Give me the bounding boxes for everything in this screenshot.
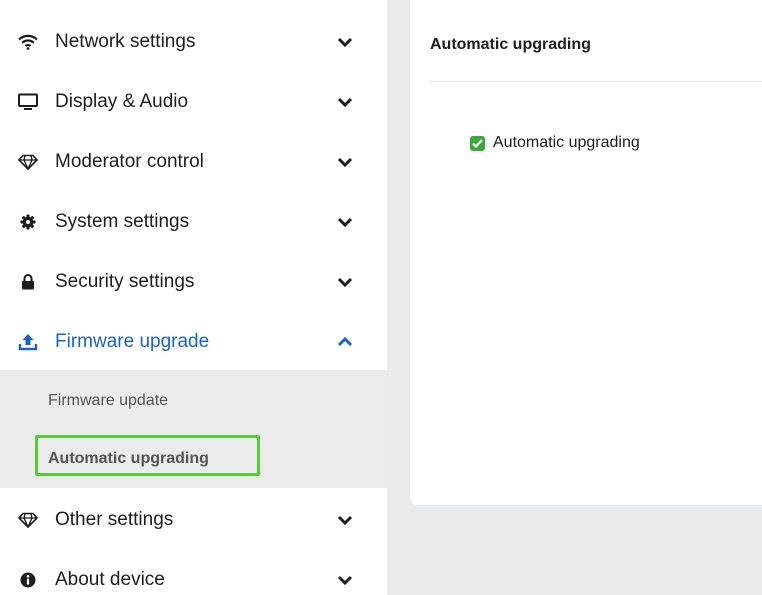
check-icon	[472, 138, 483, 148]
chevron-down-icon	[336, 514, 354, 526]
wifi-icon	[18, 32, 38, 52]
chevron-down-icon	[336, 156, 354, 168]
diamond-icon	[18, 510, 38, 530]
content-panel: Automatic upgrading Automatic upgrading	[410, 0, 762, 505]
upload-icon	[18, 332, 38, 352]
sidebar-item-label: System settings	[55, 211, 190, 232]
chevron-down-icon	[336, 216, 354, 228]
lock-icon	[18, 272, 38, 292]
sidebar-item-system-settings[interactable]: System settings	[0, 192, 387, 252]
info-icon	[18, 570, 38, 590]
sidebar-item-label: About device	[55, 569, 165, 590]
sidebar-item-label: Network settings	[55, 31, 196, 52]
sidebar-item-label: Firmware upgrade	[55, 331, 210, 352]
sidebar-item-display-audio[interactable]: Display & Audio	[0, 72, 387, 132]
chevron-down-icon	[336, 276, 354, 288]
page-title: Automatic upgrading	[430, 36, 591, 53]
sidebar-item-about-device[interactable]: About device	[0, 550, 387, 595]
selection-highlight	[35, 435, 260, 476]
chevron-up-icon	[336, 336, 354, 348]
sidebar: Network settings Display & Audio Moderat…	[0, 0, 387, 595]
sidebar-item-firmware-upgrade[interactable]: Firmware upgrade	[0, 312, 387, 372]
diamond-icon	[18, 152, 38, 172]
chevron-down-icon	[336, 36, 354, 48]
sidebar-item-moderator-control[interactable]: Moderator control	[0, 132, 387, 192]
sidebar-item-label: Security settings	[55, 271, 195, 292]
chevron-down-icon	[336, 96, 354, 108]
automatic-upgrading-checkbox[interactable]	[470, 135, 485, 151]
sidebar-item-network-settings[interactable]: Network settings	[0, 12, 387, 72]
checkbox-label: Automatic upgrading	[493, 134, 640, 151]
sidebar-item-label: Moderator control	[55, 151, 204, 172]
monitor-icon	[18, 92, 38, 112]
sidebar-item-security-settings[interactable]: Security settings	[0, 252, 387, 312]
gear-icon	[18, 212, 38, 232]
submenu-item-firmware-update[interactable]: Firmware update	[48, 392, 168, 410]
divider	[430, 81, 762, 82]
automatic-upgrading-checkbox-row[interactable]: Automatic upgrading	[470, 134, 640, 152]
sidebar-item-other-settings[interactable]: Other settings	[0, 490, 387, 550]
sidebar-item-label: Other settings	[55, 509, 174, 530]
sidebar-item-label: Display & Audio	[55, 91, 189, 112]
chevron-down-icon	[336, 574, 354, 586]
